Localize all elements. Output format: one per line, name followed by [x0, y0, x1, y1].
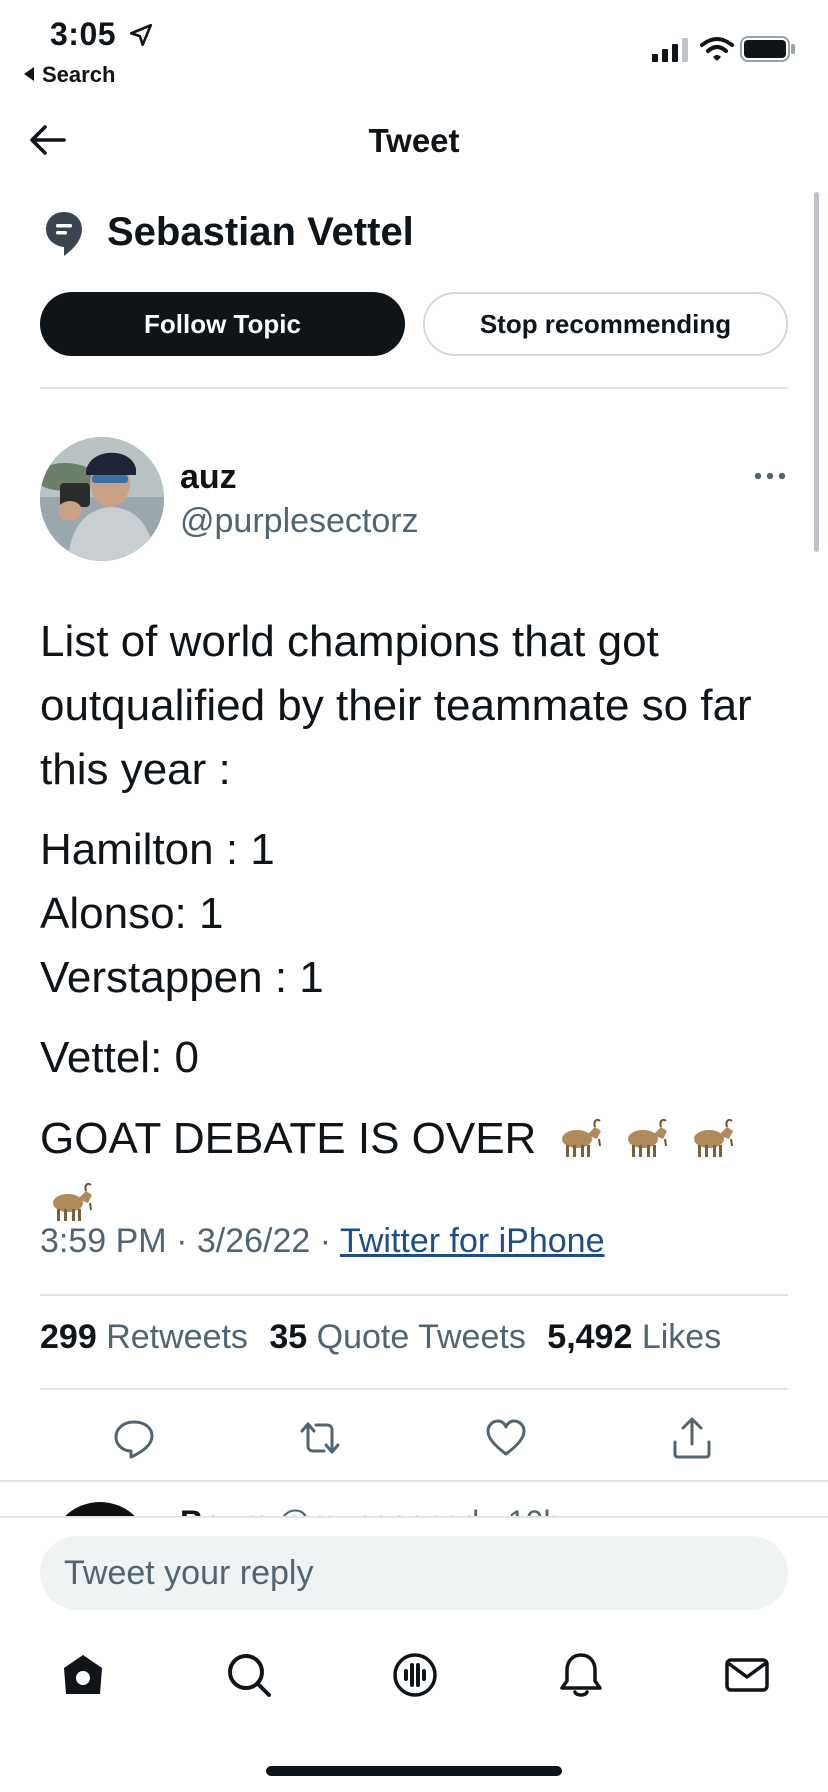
home-indicator[interactable]: [266, 1766, 562, 1776]
tweet-text-line: Hamilton : 1: [40, 825, 275, 874]
back-triangle-icon: [24, 67, 34, 81]
tweet-actions: [0, 1410, 828, 1466]
tweet-meta: 3:59 PM · 3/26/22 · Twitter for iPhone: [40, 1222, 605, 1261]
follow-topic-button[interactable]: Follow Topic: [40, 292, 405, 356]
retweets-count: 299: [40, 1318, 97, 1356]
messages-mail-icon[interactable]: [722, 1650, 772, 1700]
topic-icon: [46, 212, 82, 256]
retweet-icon[interactable]: [298, 1416, 342, 1460]
meta-separator: ·: [319, 1222, 332, 1260]
tweet-date: 3/26/22: [196, 1222, 311, 1260]
likes-label: Likes: [641, 1318, 722, 1356]
battery-icon: [740, 36, 795, 62]
reply-input[interactable]: [40, 1536, 788, 1610]
reply-header: Bovm @muneeened · 10h: [180, 1504, 561, 1516]
quotes-label: Quote Tweets: [316, 1318, 526, 1356]
like-heart-icon[interactable]: [484, 1416, 528, 1460]
page-title: Tweet: [368, 122, 460, 159]
spaces-icon[interactable]: [390, 1650, 440, 1700]
divider: [40, 1388, 788, 1390]
goat-emoji-icon: [694, 1118, 734, 1157]
retweets-label: Retweets: [106, 1318, 248, 1356]
author-avatar[interactable]: [40, 437, 164, 561]
quote-tweets-stat[interactable]: 35 Quote Tweets: [269, 1318, 525, 1356]
likes-stat[interactable]: 5,492 Likes: [547, 1318, 721, 1356]
status-bar: 3:05 Search: [0, 0, 828, 96]
reply-icon[interactable]: [112, 1416, 156, 1460]
tweet-text-line: Verstappen : 1: [40, 953, 324, 1002]
next-reply-preview[interactable]: Bovm @muneeened · 10h: [0, 1480, 828, 1516]
retweets-stat[interactable]: 299 Retweets: [40, 1318, 248, 1356]
share-icon[interactable]: [670, 1416, 714, 1460]
wifi-icon: [700, 37, 734, 61]
tweet-source-link[interactable]: Twitter for iPhone: [340, 1222, 605, 1260]
notifications-bell-icon[interactable]: [556, 1650, 606, 1700]
tweet-stats: 299 Retweets 35 Quote Tweets 5,492 Likes: [40, 1318, 733, 1357]
meta-separator: ·: [176, 1222, 188, 1260]
reply-author-name: Bovm: [180, 1504, 269, 1516]
topic-header: Sebastian Vettel: [40, 205, 800, 265]
avatar-photo: [40, 437, 164, 561]
back-to-app[interactable]: Search: [24, 62, 115, 88]
reply-avatar: [50, 1502, 150, 1516]
tweet-text-intro: List of world champions that got outqual…: [40, 617, 752, 794]
back-app-label: Search: [42, 62, 116, 87]
stop-recommending-button[interactable]: Stop recommending: [423, 292, 788, 356]
goat-emoji-icon: [627, 1118, 667, 1157]
tweet-text-line: Vettel: 0: [40, 1033, 200, 1082]
reply-bar: [0, 1516, 828, 1612]
author-handle[interactable]: @purplesectorz: [180, 502, 419, 541]
divider: [40, 387, 788, 389]
tweet-text-goat-words: GOAT DEBATE IS OVER: [40, 1114, 537, 1163]
nav-bar: Tweet: [0, 100, 828, 180]
goat-emoji-icon: [53, 1182, 92, 1221]
tweet-text-line: Alonso: 1: [40, 889, 224, 938]
quotes-count: 35: [269, 1318, 308, 1356]
more-options-icon[interactable]: [752, 464, 788, 488]
location-arrow-icon: [129, 23, 153, 47]
topic-name: Sebastian Vettel: [107, 210, 414, 254]
tab-bar: [0, 1640, 828, 1710]
goat-emoji-icon: [561, 1118, 601, 1157]
divider: [40, 1294, 788, 1296]
reply-author-meta: @muneeened · 10h: [278, 1504, 561, 1516]
scrollbar[interactable]: [814, 192, 819, 552]
tweet-time: 3:59 PM: [40, 1222, 167, 1260]
cellular-signal-icon: [652, 38, 688, 62]
home-icon[interactable]: [58, 1650, 108, 1700]
author-name[interactable]: auz: [180, 458, 237, 497]
search-icon[interactable]: [224, 1650, 274, 1700]
tweet-text-goat-line: GOAT DEBATE IS OVER: [40, 1107, 800, 1235]
likes-count: 5,492: [547, 1318, 633, 1356]
status-time: 3:05: [50, 16, 117, 52]
